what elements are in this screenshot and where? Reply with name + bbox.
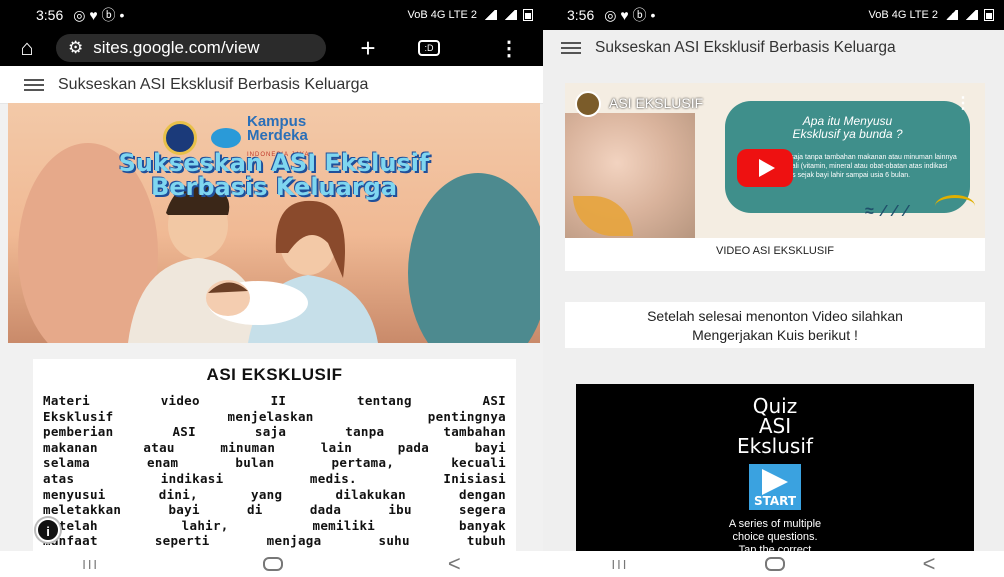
signal-icon bbox=[944, 10, 958, 20]
video-caption: VIDEO ASI EKSKLUSIF bbox=[716, 245, 834, 257]
quiz-desc-line2: choice questions. bbox=[732, 531, 818, 543]
slide-title-line2: Eksklusif ya bunda ? bbox=[792, 127, 903, 141]
hamburger-menu-icon[interactable] bbox=[24, 78, 44, 91]
card-line: Materi video II tentang ASI bbox=[43, 393, 506, 408]
channel-name[interactable]: ASI EKSLUSIF bbox=[609, 95, 703, 111]
content-card: ASI EKSKLUSIF Materi video II tentang AS… bbox=[33, 359, 516, 559]
browser-toolbar: ⌂ ⚙ sites.google.com/view + :D ⋮ bbox=[0, 30, 543, 66]
status-left: 3:56 ◎ ♥ ⓑ • bbox=[36, 5, 124, 25]
url-text: sites.google.com/view bbox=[93, 38, 260, 57]
network-label: VoB 4G LTE 2 bbox=[868, 9, 938, 21]
card-line: menyusui dini, yang dilakukan dengan bbox=[43, 486, 506, 502]
notification-icons: ◎ ♥ ⓑ • bbox=[604, 7, 656, 23]
kampus-merdeka-text: Kampus Merdeka bbox=[247, 113, 308, 144]
browser-menu-icon[interactable]: ⋮ bbox=[499, 36, 519, 61]
card-line: meletakkan bayi di dada ibu segera bbox=[43, 502, 506, 518]
site-info-icon[interactable]: ⚙ bbox=[68, 38, 83, 58]
signal-icon-2 bbox=[964, 10, 978, 20]
card-line: Eksklusif menjelaskan pentingnya bbox=[43, 408, 506, 424]
site-header: Sukseskan ASI Eksklusif Berbasis Keluarg… bbox=[0, 66, 543, 104]
quiz-desc-line1: A series of multiple bbox=[728, 518, 822, 530]
instruction-box: Setelah selesai menonton Video silahkan … bbox=[565, 302, 985, 348]
dash-decoration: ≈ ⁄ ⁄ ⁄ bbox=[865, 203, 910, 220]
status-right: VoB 4G LTE 2 bbox=[868, 9, 994, 21]
signal-icon bbox=[483, 10, 497, 20]
wave-decoration bbox=[935, 195, 975, 217]
card-line: atas indikasi medis. Inisiasi bbox=[43, 470, 506, 486]
new-tab-button[interactable]: + bbox=[348, 33, 388, 64]
card-line: makanan atau minuman lain pada bayi bbox=[43, 439, 506, 455]
nav-bar: III < bbox=[0, 551, 543, 577]
signal-icon-2 bbox=[503, 10, 517, 20]
notification-icons: ◎ ♥ ⓑ • bbox=[73, 7, 125, 23]
youtube-embed[interactable]: Apa itu Menyusu Eksklusif ya bunda ? ASI… bbox=[565, 83, 985, 238]
status-left: 3:56 ◎ ♥ ⓑ • bbox=[567, 5, 655, 25]
quiz-title: Quiz ASI Ekslusif bbox=[576, 396, 974, 456]
back-button[interactable]: < bbox=[448, 551, 461, 577]
slide-text: ASI saja tanpa tambahan makanan atau min… bbox=[777, 154, 957, 179]
kampus-merdeka-mark bbox=[211, 128, 241, 148]
status-time: 3:56 bbox=[36, 7, 64, 23]
battery-icon bbox=[523, 9, 533, 21]
hamburger-menu-icon[interactable] bbox=[561, 42, 581, 54]
status-bar: 3:56 ◎ ♥ ⓑ • VoB 4G LTE 2 bbox=[543, 0, 1004, 30]
nav-bar: III < bbox=[543, 551, 1004, 577]
info-icon[interactable]: i bbox=[36, 518, 60, 542]
address-bar[interactable]: ⚙ sites.google.com/view bbox=[56, 34, 326, 62]
home-button[interactable] bbox=[263, 557, 284, 571]
status-bar: 3:56 ◎ ♥ ⓑ • VoB 4G LTE 2 bbox=[0, 0, 543, 30]
recent-apps-button[interactable]: III bbox=[612, 557, 629, 572]
card-line: manfaat seperti menjaga suhu tubuh bbox=[43, 533, 506, 549]
quiz-title-line3: Ekslusif bbox=[737, 434, 813, 458]
home-button[interactable] bbox=[765, 557, 786, 571]
quiz-title-line2: ASI bbox=[758, 414, 792, 438]
recent-apps-button[interactable]: III bbox=[82, 557, 99, 572]
channel-avatar[interactable] bbox=[575, 91, 601, 117]
card-heading: ASI EKSKLUSIF bbox=[206, 365, 343, 384]
left-phone-screen: 3:56 ◎ ♥ ⓑ • VoB 4G LTE 2 ⌂ ⚙ sites.goog… bbox=[0, 0, 543, 577]
site-header: Sukseskan ASI Eksklusif Berbasis Keluarg… bbox=[543, 30, 1004, 66]
card-line: setelah lahir, memiliki banyak bbox=[43, 517, 506, 533]
quiz-title-line1: Quiz bbox=[752, 394, 798, 418]
tab-switcher-button[interactable]: :D bbox=[418, 40, 440, 56]
instruction-line2: Mengerjakan Kuis berikut ! bbox=[692, 327, 858, 343]
site-title: Sukseskan ASI Eksklusif Berbasis Keluarg… bbox=[58, 75, 369, 93]
instruction-line1: Setelah selesai menonton Video silahkan bbox=[647, 308, 903, 324]
site-title: Sukseskan ASI Eksklusif Berbasis Keluarg… bbox=[595, 39, 896, 56]
home-icon[interactable]: ⌂ bbox=[12, 35, 42, 61]
status-time: 3:56 bbox=[567, 7, 595, 23]
video-card: Apa itu Menyusu Eksklusif ya bunda ? ASI… bbox=[565, 83, 985, 271]
card-body: Materi video II tentang ASI Eksklusif me… bbox=[43, 393, 506, 549]
more-options-icon[interactable]: ⋮ bbox=[955, 93, 971, 113]
battery-icon bbox=[984, 9, 994, 21]
youtube-play-icon[interactable] bbox=[737, 149, 793, 187]
card-line: selama enam bulan pertama, kecuali bbox=[43, 455, 506, 471]
status-right: VoB 4G LTE 2 bbox=[407, 9, 533, 21]
right-phone-screen: 3:56 ◎ ♥ ⓑ • VoB 4G LTE 2 Sukseskan ASI … bbox=[543, 0, 1004, 577]
start-button[interactable]: START bbox=[749, 464, 801, 510]
network-label: VoB 4G LTE 2 bbox=[407, 9, 477, 21]
slide-title: Apa itu Menyusu Eksklusif ya bunda ? bbox=[725, 115, 970, 141]
card-line: pemberian ASI saja tanpa tambahan bbox=[43, 424, 506, 440]
back-button[interactable]: < bbox=[923, 551, 936, 577]
banner-title-line2: Berbasis Keluarga bbox=[150, 173, 398, 201]
start-label: START bbox=[753, 494, 797, 508]
hero-banner: Kampus Merdeka INDONESIA JAYA Sukseskan … bbox=[8, 103, 540, 343]
quiz-embed[interactable]: Quiz ASI Ekslusif START A series of mult… bbox=[576, 384, 974, 556]
